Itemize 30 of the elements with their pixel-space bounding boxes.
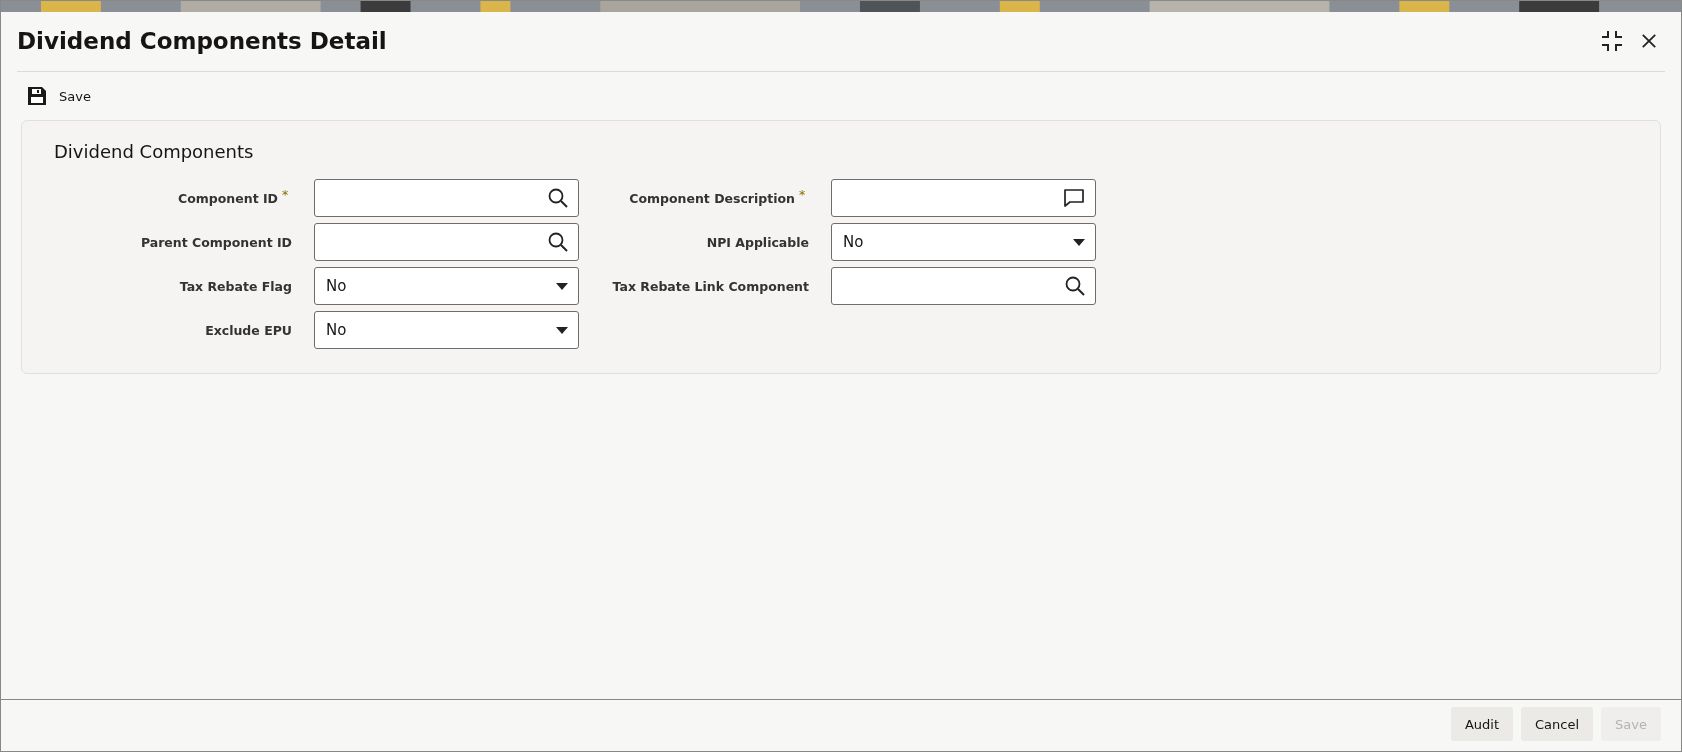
input-field[interactable] <box>314 223 579 261</box>
footer-button[interactable]: Cancel <box>1521 707 1594 741</box>
field-label: NPI Applicable <box>706 234 809 250</box>
collapse-icon[interactable] <box>1601 30 1623 52</box>
input-field[interactable] <box>831 267 1096 305</box>
dropdown-field[interactable]: No <box>314 267 579 305</box>
required-mark: * <box>280 187 290 202</box>
caret-icon[interactable] <box>556 282 568 290</box>
input-field[interactable] <box>314 179 579 217</box>
dropdown-field[interactable]: No <box>314 311 579 349</box>
save-button[interactable]: Save <box>27 86 91 106</box>
field-label: Parent Component ID <box>140 234 292 250</box>
field-label: Tax Rebate Link Component <box>612 278 809 294</box>
window-title: Dividend Components Detail <box>17 28 387 54</box>
field-label: Component Description <box>629 190 795 206</box>
search-icon[interactable] <box>1065 276 1085 296</box>
field-label: Component ID <box>178 190 278 206</box>
field-label: Exclude EPU <box>205 322 292 338</box>
required-mark: * <box>797 187 807 202</box>
section-title: Dividend Components <box>54 141 255 162</box>
field-label: Tax Rebate Flag <box>179 278 292 294</box>
speech-bubble-icon[interactable] <box>1063 188 1085 208</box>
caret-icon[interactable] <box>1073 238 1085 246</box>
footer-button[interactable]: Audit <box>1450 707 1514 741</box>
search-icon[interactable] <box>548 232 568 252</box>
caret-icon[interactable] <box>556 326 568 334</box>
dropdown-field[interactable]: No <box>831 223 1096 261</box>
close-icon[interactable] <box>1641 33 1657 49</box>
input-field[interactable] <box>831 179 1096 217</box>
search-icon[interactable] <box>548 188 568 208</box>
